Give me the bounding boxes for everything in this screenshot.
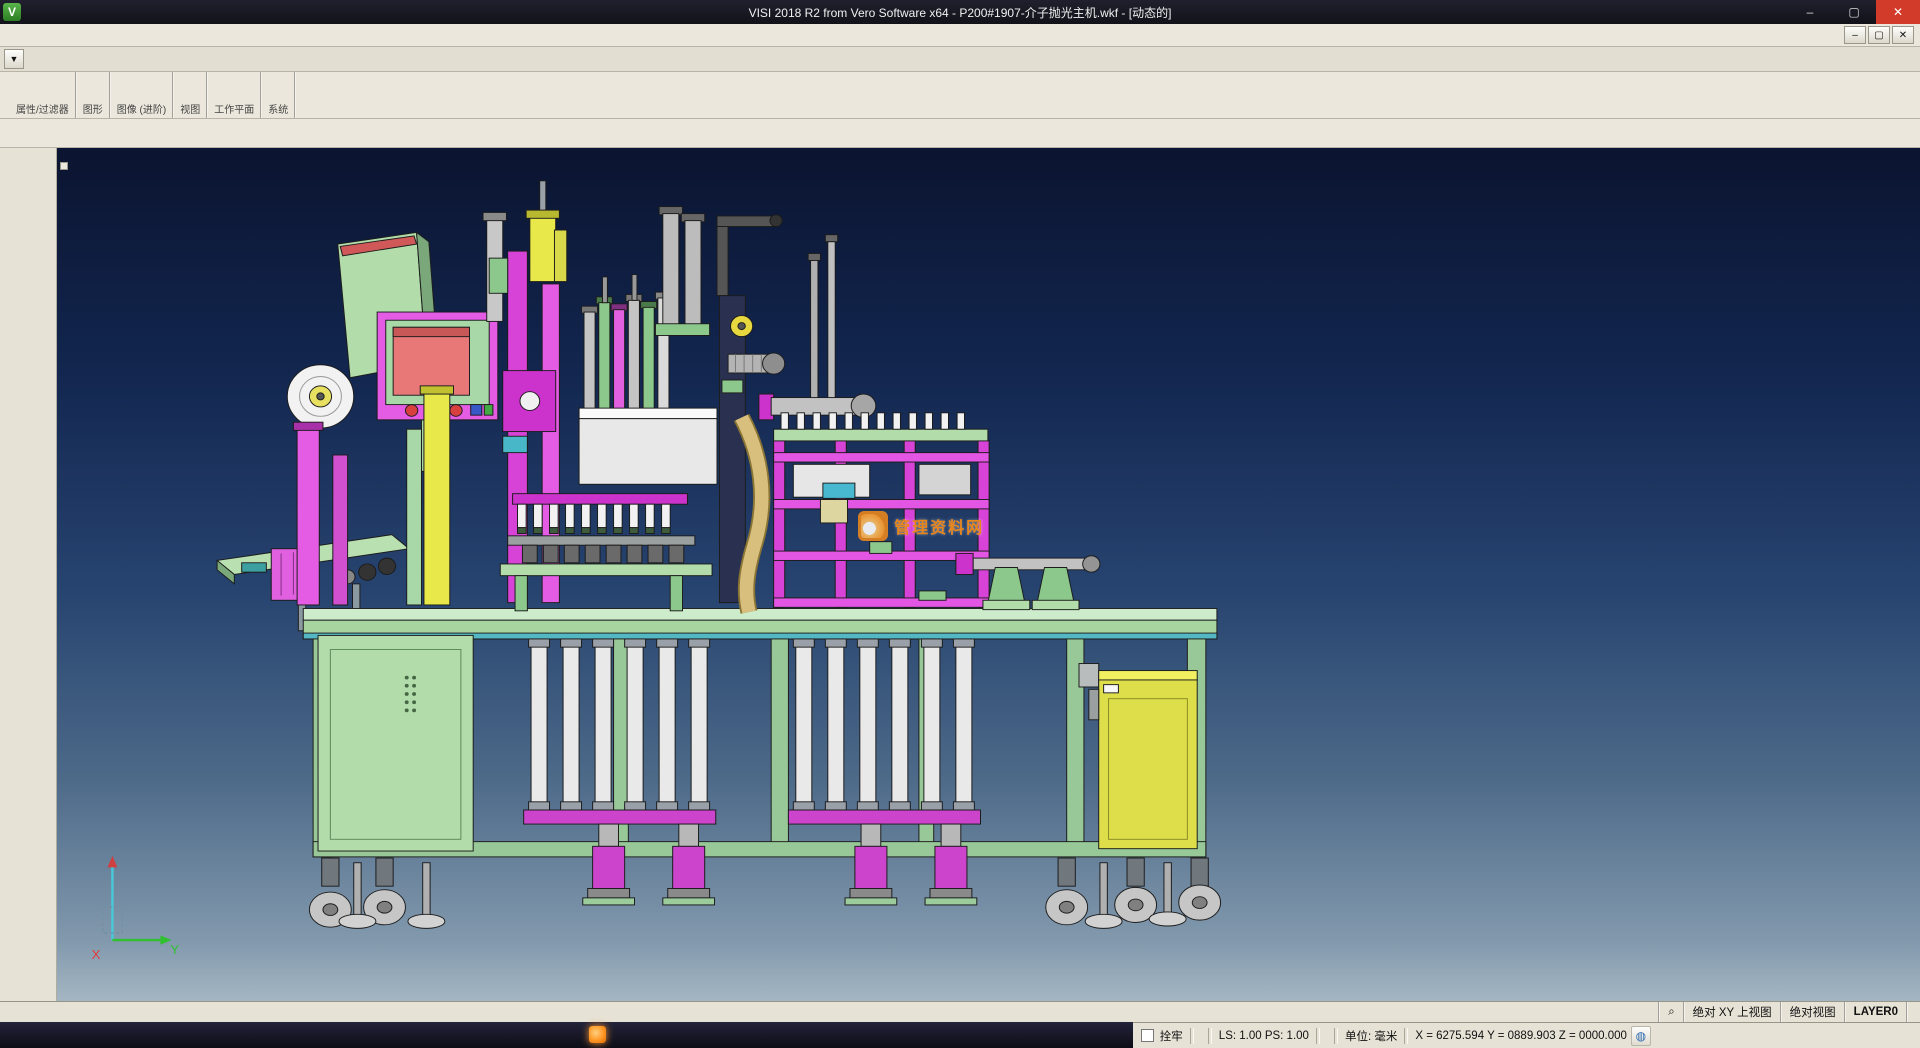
maximize-button[interactable]: ▢ [1832,0,1876,24]
minimize-button[interactable]: – [1788,0,1832,24]
mdi-restore-button[interactable]: ▢ [1868,26,1890,44]
search-icon[interactable]: ⌕ [1658,1002,1682,1022]
watermark: 管理资料网 [858,511,984,541]
mini-dock-toolbar [60,162,68,170]
lock-checkbox[interactable] [1141,1029,1154,1042]
window-title: VISI 2018 R2 from Vero Software x64 - P2… [749,4,1172,21]
world-icon[interactable]: ◍ [1631,1026,1651,1046]
titlebar: V VISI 2018 R2 from Vero Software x64 - … [0,0,1920,24]
toolbar-group-label: 图形 [83,105,103,117]
toolbar-group-label: 视图 [180,105,200,117]
graphics-viewport[interactable]: X Y 管理资料网 [57,148,1920,1001]
toolbar-group-attributes: 属性/过滤器 [10,72,77,118]
toolbar-group-view: 视图 [174,72,208,118]
tab-dropdown-icon[interactable]: ▼ [4,49,24,69]
absolute-view-indicator[interactable]: 绝对视图 [1780,1002,1844,1022]
units-indicator: 单位: 毫米 [1345,1028,1397,1044]
scale-indicator[interactable]: LS: 1.00 PS: 1.00 [1219,1030,1309,1042]
view-orientation-toolbar [0,119,1920,148]
ribbon-tab-row: ▼ [0,47,1920,72]
statusbar: ⌕ 绝对 XY 上视图 绝对视图 LAYER0 [0,1001,1920,1022]
bottom-bar: 拴牢 LS: 1.00 PS: 1.00 单位: 毫米 X = 6275.594… [0,1022,1920,1048]
view-mode-indicator[interactable]: 绝对 XY 上视图 [1683,1002,1780,1022]
toolbar-group-label: 图像 (进阶) [117,105,166,117]
mdi-close-button[interactable]: ✕ [1892,26,1914,44]
lock-label: 拴牢 [1160,1028,1183,1044]
status-segments [1906,1002,1920,1022]
bottom-dark-strip [0,1022,1133,1048]
main-toolbar: 属性/过滤器 图形 图像 (进阶) 视图 工作平面 系统 [0,72,1920,119]
menubar: – ▢ ✕ [0,24,1920,47]
axis-triad-icon: X Y [91,856,179,962]
toolbar-group-workplane: 工作平面 [208,72,262,118]
coordinates-readout: X = 6275.594 Y = 0889.903 Z = 0000.000 [1415,1030,1627,1042]
svg-text:Y: Y [170,942,179,957]
taskbar-app-icon[interactable] [589,1026,606,1043]
left-toolbar [0,148,57,1001]
visi-logo-icon: V [3,3,21,21]
mdi-minimize-button[interactable]: – [1844,26,1866,44]
toolbar-group-label: 属性/过滤器 [16,105,69,117]
toolbar-group-image-advanced: 图像 (进阶) [111,72,174,118]
watermark-logo-icon [858,511,888,541]
svg-text:X: X [91,947,100,962]
toolbar-group-system: 系统 [262,72,296,118]
toolbar-group-label: 工作平面 [214,105,254,117]
toolbar-group-graphics: 图形 [77,72,111,118]
active-layer-indicator[interactable]: LAYER0 [1844,1002,1906,1022]
close-button[interactable]: ✕ [1876,0,1920,24]
toolbar-group-label: 系统 [268,105,288,117]
watermark-text: 管理资料网 [894,514,984,538]
machine-3d-model[interactable]: X Y [57,148,1920,1001]
